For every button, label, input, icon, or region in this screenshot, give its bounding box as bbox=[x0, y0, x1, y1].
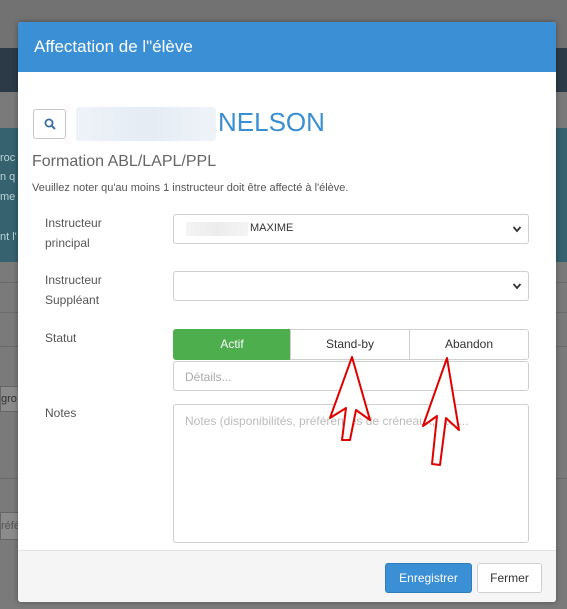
background-text: gro bbox=[1, 393, 17, 405]
status-active-button[interactable]: Actif bbox=[173, 329, 291, 360]
label-line: Instructeur bbox=[45, 273, 102, 287]
main-instructor-value: MAXIME bbox=[250, 222, 294, 234]
modal-header: Affectation de l"élève bbox=[18, 22, 556, 72]
background-text: nt l' bbox=[0, 231, 17, 243]
status-abandon-button[interactable]: Abandon bbox=[409, 329, 529, 360]
modal-footer: Enregistrer Fermer bbox=[18, 550, 556, 602]
background-text: me bbox=[0, 191, 16, 203]
notes-label: Notes bbox=[45, 406, 77, 420]
student-name: NELSON bbox=[218, 107, 325, 137]
background-text: n q bbox=[0, 171, 16, 183]
substitute-instructor-select[interactable] bbox=[173, 271, 529, 301]
assignment-modal: Affectation de l"élève NELSON Formation … bbox=[18, 22, 556, 602]
modal-title: Affectation de l"élève bbox=[34, 37, 193, 56]
blurred-first-name bbox=[76, 107, 216, 141]
instructor-notice: Veuillez noter qu'au moins 1 instructeur… bbox=[32, 182, 349, 194]
formation-title: Formation ABL/LAPL/PPL bbox=[32, 153, 217, 170]
search-icon bbox=[44, 118, 56, 130]
label-line: principal bbox=[45, 236, 90, 250]
status-label: Statut bbox=[45, 331, 77, 345]
label-line: Instructeur bbox=[45, 216, 102, 230]
save-button[interactable]: Enregistrer bbox=[385, 563, 472, 593]
blurred-instructor-first-name bbox=[186, 222, 248, 236]
status-details-input[interactable]: Détails... bbox=[173, 361, 529, 391]
background-text: roc bbox=[0, 152, 16, 164]
main-instructor-select[interactable]: MAXIME bbox=[173, 214, 529, 244]
notes-placeholder: Notes (disponibilités, préférences de cr… bbox=[185, 414, 469, 428]
chevron-down-icon bbox=[512, 226, 522, 233]
label-line: Suppléant bbox=[45, 293, 100, 307]
close-button[interactable]: Fermer bbox=[477, 563, 542, 593]
status-standby-button[interactable]: Stand-by bbox=[290, 329, 410, 360]
search-button[interactable] bbox=[33, 109, 66, 139]
notes-textarea[interactable]: Notes (disponibilités, préférences de cr… bbox=[173, 404, 529, 543]
status-button-group: Actif Stand-by Abandon bbox=[173, 329, 529, 360]
main-instructor-label: Instructeur principal bbox=[45, 213, 102, 253]
substitute-instructor-label: Instructeur Suppléant bbox=[45, 270, 102, 310]
chevron-down-icon bbox=[512, 283, 522, 290]
details-placeholder: Détails... bbox=[185, 370, 232, 384]
